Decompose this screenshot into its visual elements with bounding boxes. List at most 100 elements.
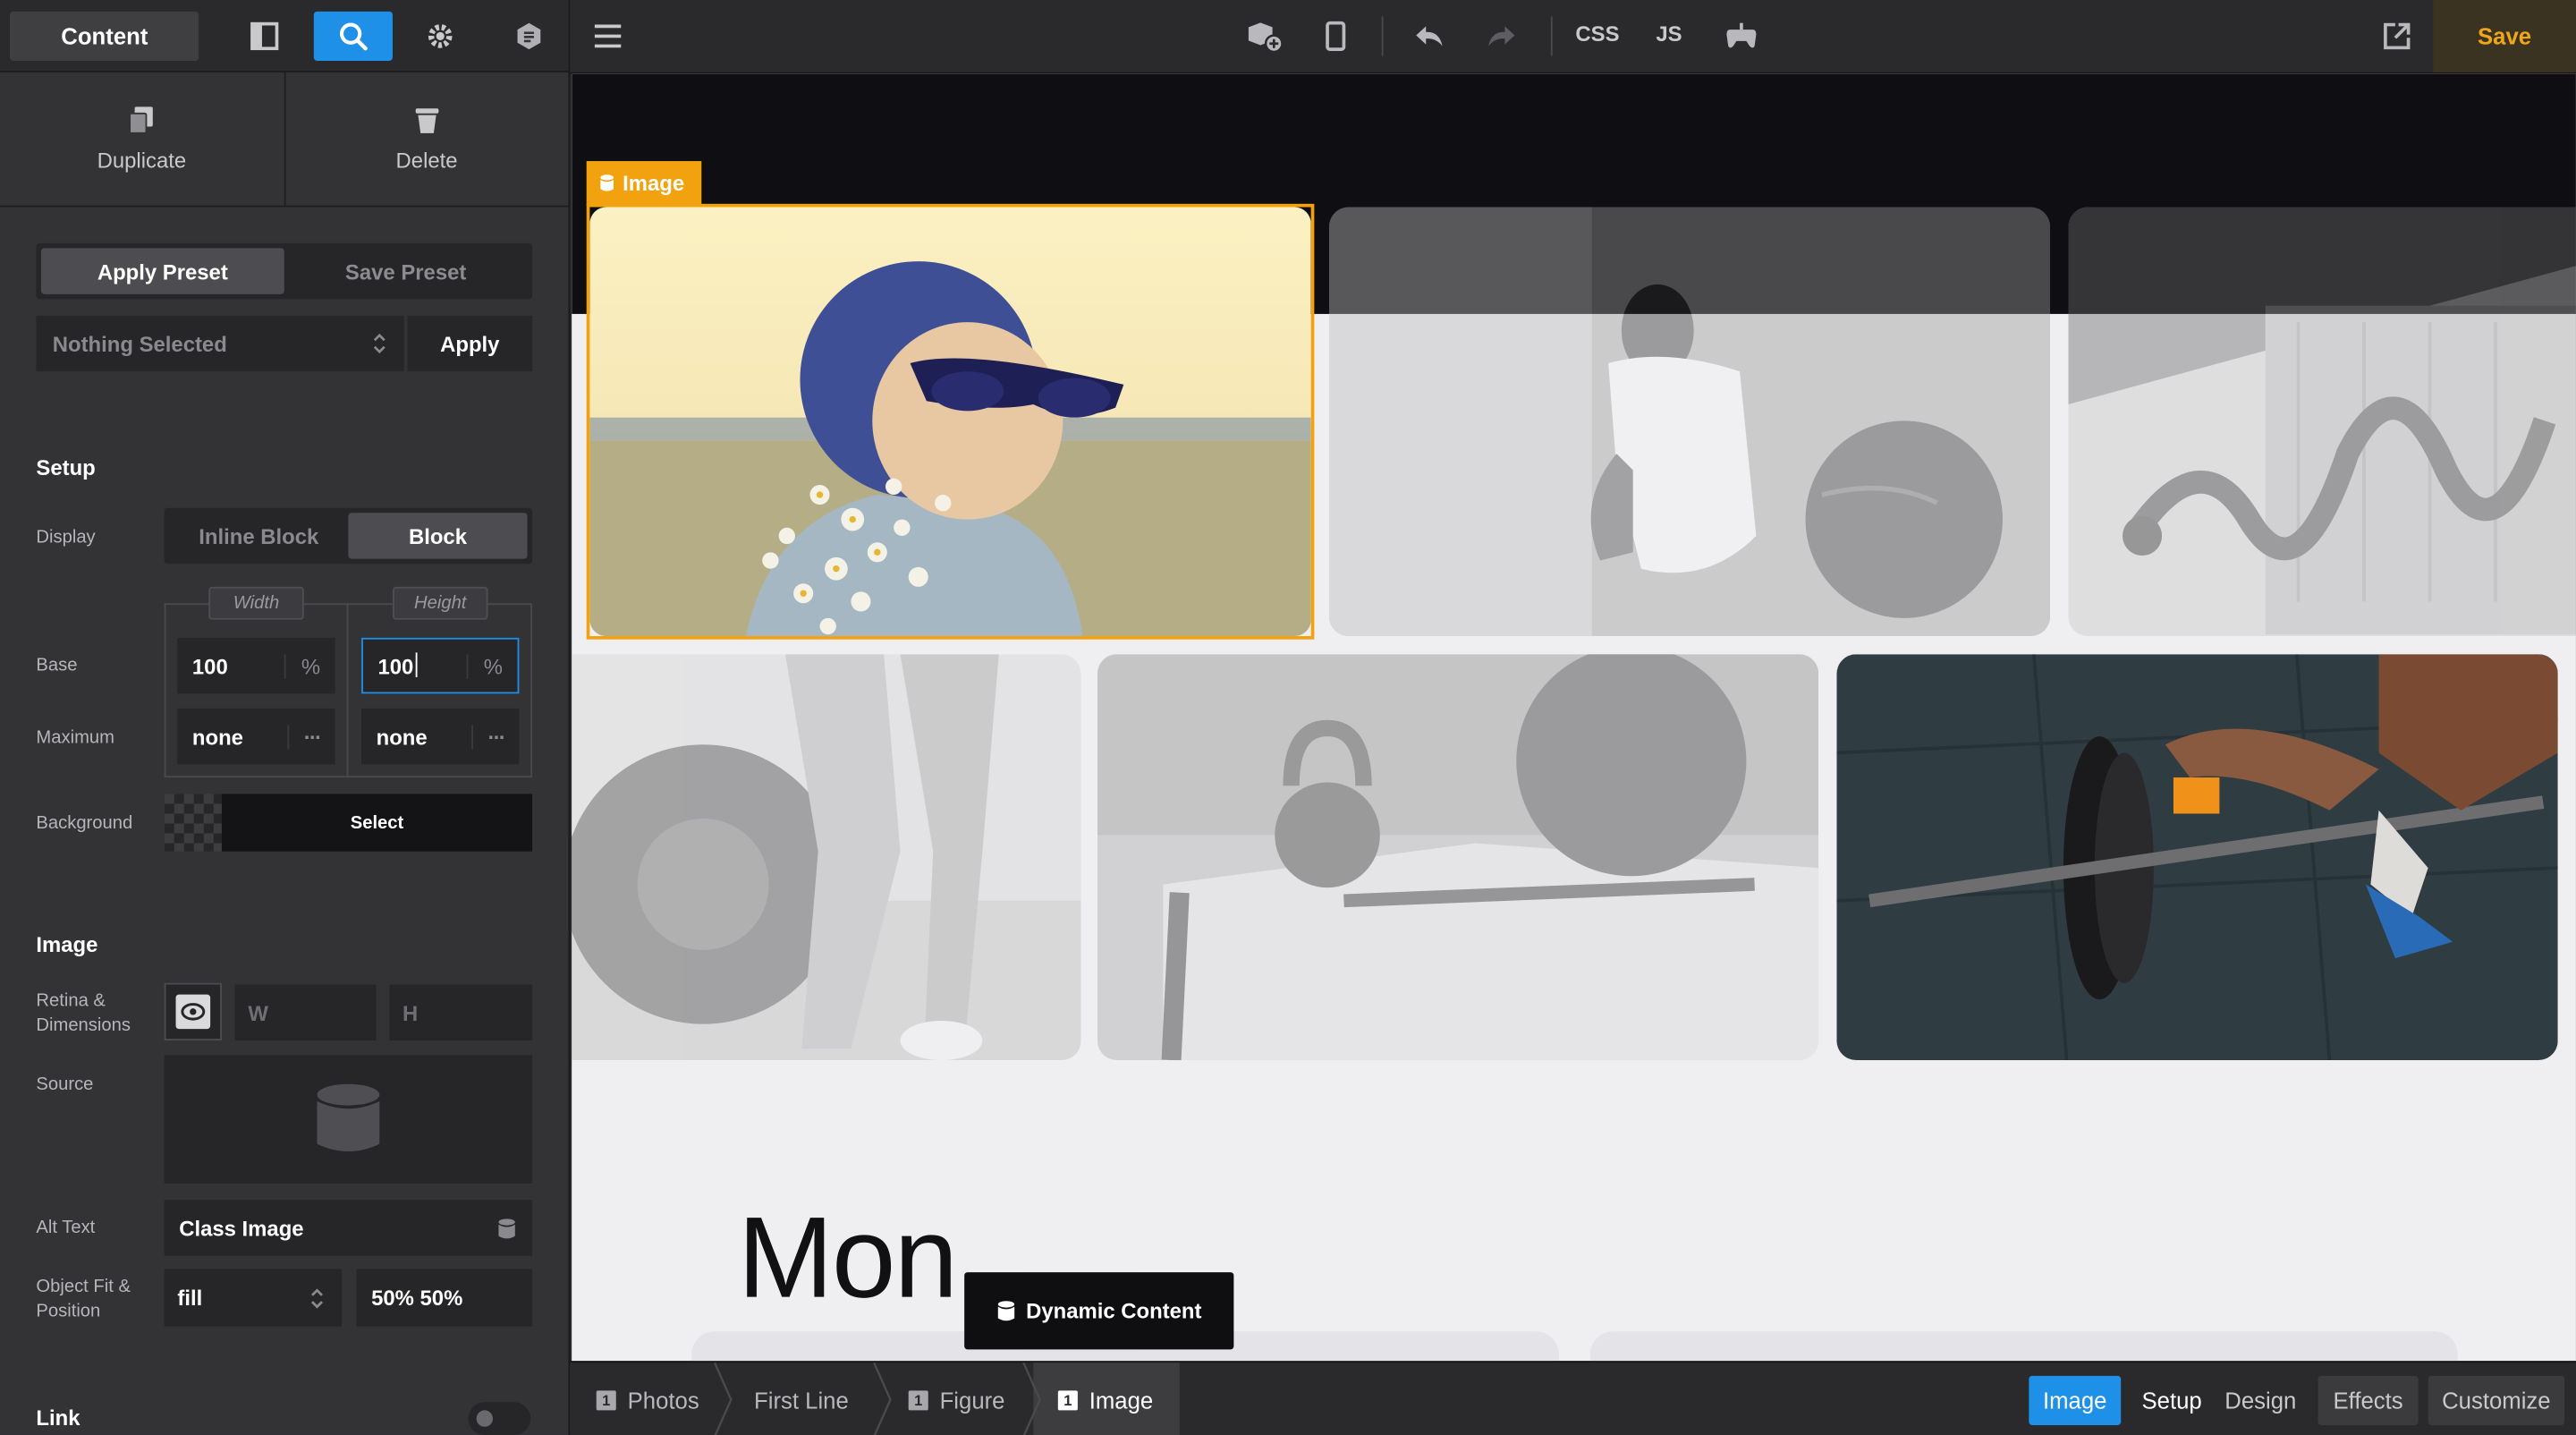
object-fit-position-label: Object Fit & Position [36, 1277, 131, 1322]
preset-area: Apply Preset Save Preset Nothing Selecte… [0, 207, 568, 372]
preset-apply-button[interactable]: Apply [407, 315, 533, 372]
display-label: Display [36, 527, 96, 548]
setup-tab-button[interactable]: Setup [2136, 1376, 2208, 1425]
duplicate-button[interactable]: Duplicate [0, 72, 285, 206]
builder-canvas: Image Mon Dynamic Content [572, 73, 2576, 1362]
display-block-option[interactable]: Block [348, 513, 528, 559]
crumb-label: First Line [754, 1386, 849, 1414]
responsive-button[interactable] [1318, 18, 1353, 54]
apply-preset-tab[interactable]: Apply Preset [40, 248, 284, 294]
preset-select[interactable]: Nothing Selected [36, 315, 404, 372]
breadcrumb-image[interactable]: 1 Image [1057, 1363, 1154, 1435]
gallery-image-woman-flowers[interactable] [589, 207, 1311, 637]
effects-tab-button[interactable]: Effects [2318, 1375, 2419, 1425]
retina-toggle-button[interactable] [164, 982, 222, 1041]
sidebar: Content Duplicate Delete Apply Preset Sa… [0, 0, 571, 1435]
sidebar-top-bar: Content [0, 0, 569, 72]
max-height-value: none [376, 724, 428, 749]
toggle-knob [476, 1410, 494, 1427]
database-icon [996, 1301, 1014, 1321]
base-width-value: 100 [191, 653, 228, 678]
gallery-image-barbell-deadlift[interactable] [1836, 654, 2558, 1061]
save-button[interactable]: Save [2433, 0, 2576, 72]
open-preview-button[interactable] [2379, 18, 2415, 54]
delete-label: Delete [395, 148, 458, 173]
base-height-input[interactable]: 100 % [361, 637, 520, 694]
redo-button[interactable] [1484, 18, 1520, 54]
layout-panel-button[interactable] [225, 11, 304, 60]
retina-width-input[interactable]: W [234, 984, 377, 1041]
duplicate-label: Duplicate [97, 148, 187, 173]
alt-text-value: Class Image [179, 1215, 304, 1241]
database-icon [600, 174, 614, 191]
display-inline-block-option[interactable]: Inline Block [169, 513, 348, 558]
display-toggle: Inline Block Block [164, 507, 533, 565]
search-button[interactable] [313, 10, 393, 61]
settings-button[interactable] [402, 11, 480, 60]
link-toggle[interactable] [468, 1402, 531, 1435]
object-position-input[interactable]: 50% 50% [356, 1269, 533, 1327]
max-width-value: none [191, 724, 243, 749]
preset-select-value: Nothing Selected [52, 331, 227, 356]
retina-height-input[interactable]: H [389, 984, 533, 1041]
day-heading[interactable]: Mon [738, 1192, 958, 1323]
selected-element-name: Image [623, 171, 685, 196]
image-tab-button[interactable]: Image [2029, 1375, 2122, 1425]
delete-button[interactable]: Delete [285, 72, 569, 206]
maximum-label: Maximum [36, 727, 114, 748]
gallery-image-man-medicine-ball[interactable] [1328, 207, 2051, 637]
element-actions-row: Duplicate Delete [0, 72, 569, 208]
alt-text-label: Alt Text [36, 1218, 96, 1238]
alt-text-input[interactable]: Class Image [164, 1200, 533, 1256]
breadcrumb-photos[interactable]: 1 Photos [596, 1363, 699, 1435]
max-height-input[interactable]: none ··· [361, 708, 520, 765]
gamepad-icon [1726, 22, 1757, 48]
width-tag: Width [208, 586, 304, 620]
background-swatch[interactable] [164, 794, 222, 852]
gallery-image-woman-weight-plate[interactable] [572, 654, 1081, 1061]
customize-tab-button[interactable]: Customize [2428, 1375, 2565, 1425]
max-width-more-button[interactable]: ··· [287, 724, 322, 749]
base-width-input[interactable]: 100 % [177, 637, 335, 694]
add-box-icon [1248, 22, 1284, 53]
dynamic-content-popover[interactable]: Dynamic Content [964, 1272, 1234, 1350]
redo-icon [1488, 26, 1515, 47]
base-height-unit[interactable]: % [467, 653, 503, 678]
link-section-title: Link [36, 1405, 80, 1431]
object-fit-select[interactable]: fill [164, 1269, 343, 1327]
image-section-title: Image [36, 931, 98, 957]
gallery-image-kettlebell-box[interactable] [1097, 654, 1819, 1061]
crumb-count-badge: 1 [1057, 1389, 1078, 1410]
dynamic-data-icon[interactable] [498, 1218, 516, 1239]
breadcrumb-chevron-icon [873, 1363, 892, 1435]
crumb-count-badge: 1 [908, 1389, 928, 1410]
save-preset-tab[interactable]: Save Preset [284, 248, 528, 293]
max-width-input[interactable]: none ··· [177, 708, 335, 765]
trash-icon [415, 108, 438, 133]
base-width-unit[interactable]: % [284, 653, 320, 678]
add-element-button[interactable] [1243, 18, 1286, 54]
background-select-button[interactable]: Select [221, 794, 533, 852]
design-tab-button[interactable]: Design [2219, 1376, 2301, 1425]
toolbar-separator [1381, 16, 1384, 56]
background-label: Background [36, 813, 133, 834]
max-height-more-button[interactable]: ··· [471, 724, 506, 749]
menu-button[interactable] [589, 18, 625, 54]
crumb-label: Image [1089, 1386, 1154, 1414]
breadcrumb-chevron-icon [1022, 1363, 1041, 1435]
structure-button[interactable] [490, 11, 569, 60]
gallery-image-battle-ropes[interactable] [2068, 207, 2576, 637]
toolbar-separator [1550, 16, 1553, 56]
interactions-button[interactable] [1724, 18, 1759, 54]
breadcrumb-figure[interactable]: 1 Figure [908, 1363, 1004, 1435]
preset-select-row: Nothing Selected Apply [36, 315, 533, 372]
js-button[interactable]: JS [1656, 21, 1682, 47]
crumb-label: Photos [627, 1386, 699, 1414]
content-tab-button[interactable]: Content [10, 10, 199, 61]
hamburger-icon [594, 24, 622, 48]
css-button[interactable]: CSS [1575, 21, 1619, 47]
breadcrumb-first-line[interactable]: First Line [754, 1363, 849, 1435]
undo-button[interactable] [1411, 18, 1447, 54]
source-input[interactable] [164, 1055, 533, 1184]
selected-element-tag[interactable]: Image [586, 161, 701, 206]
